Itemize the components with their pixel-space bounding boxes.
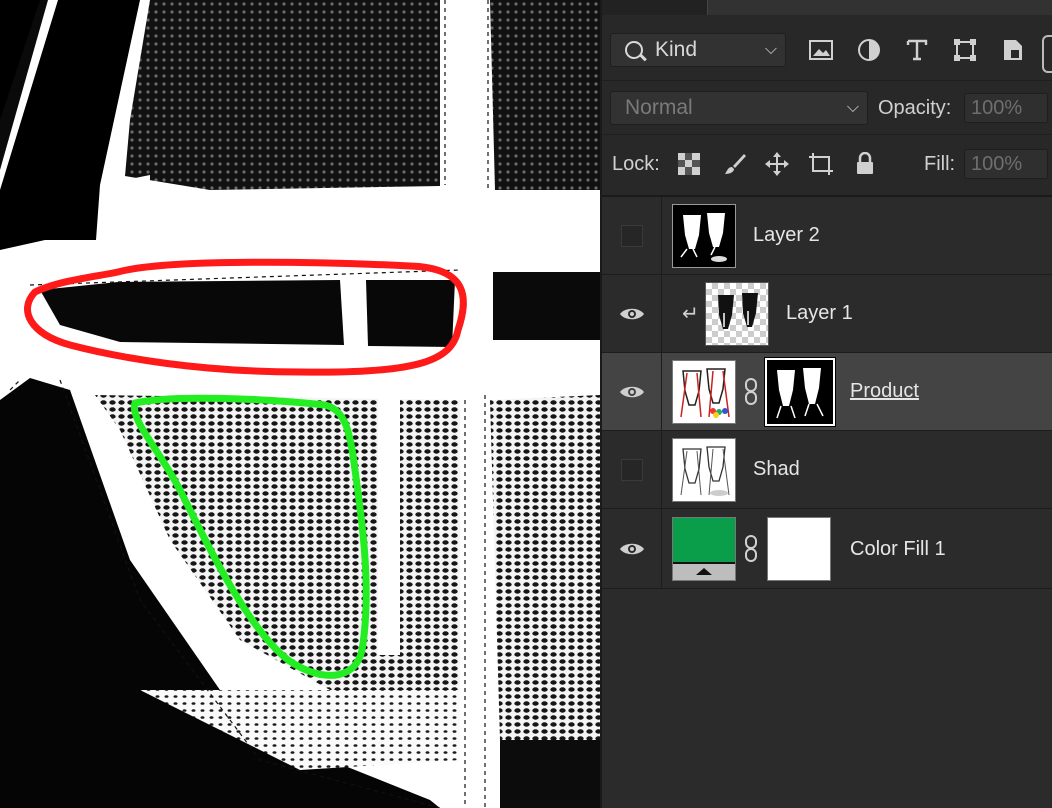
clipping-mask-arrow-icon: ↵ bbox=[682, 303, 699, 325]
layer-row-color-fill-1[interactable]: Color Fill 1 bbox=[602, 509, 1052, 589]
product-layer-mask-thumbnail[interactable] bbox=[764, 357, 836, 427]
visibility-toggle[interactable] bbox=[602, 275, 662, 352]
transparent-mannequin-thumbnail-image bbox=[718, 293, 758, 329]
filter-kind-select[interactable]: Kind ⌵ bbox=[610, 33, 786, 67]
blend-mode-select[interactable]: Normal ⌵ bbox=[610, 91, 868, 125]
upper-fabric-right bbox=[490, 0, 600, 190]
visibility-toggle[interactable] bbox=[602, 353, 662, 430]
filter-row: Kind ⌵ bbox=[602, 15, 1052, 81]
visibility-off-box bbox=[620, 224, 643, 247]
layer-name[interactable]: Layer 1 bbox=[786, 302, 853, 325]
fill-label: Fill: bbox=[924, 153, 956, 175]
link-chain-icon[interactable] bbox=[742, 534, 762, 564]
halftone-fabric-right bbox=[490, 395, 600, 740]
search-icon-handle bbox=[639, 53, 647, 62]
chevron-down-icon: ⌵ bbox=[846, 99, 859, 116]
chevron-down-icon: ⌵ bbox=[764, 41, 777, 58]
visibility-off-box bbox=[620, 458, 643, 481]
upper-fabric-left bbox=[125, 0, 440, 190]
layer-name[interactable]: Product bbox=[850, 380, 919, 403]
shadow-photo-thumbnail-image bbox=[680, 446, 730, 496]
panel-tab-strip bbox=[602, 0, 1052, 15]
layers-empty-area bbox=[602, 589, 1052, 808]
layer-1-thumbnail bbox=[705, 282, 769, 346]
lock-all-padlock-icon[interactable] bbox=[850, 149, 880, 179]
shape-layer-filter-icon[interactable] bbox=[950, 35, 980, 65]
lock-image-pixels-brush-icon[interactable] bbox=[720, 149, 750, 179]
filter-toggle-switch[interactable] bbox=[1042, 35, 1052, 73]
layer-name[interactable]: Color Fill 1 bbox=[850, 538, 946, 561]
layer-row-shad[interactable]: Shad bbox=[602, 431, 1052, 509]
opacity-label: Opacity: bbox=[878, 97, 952, 119]
canvas-artwork bbox=[0, 0, 600, 808]
lock-label: Lock: bbox=[612, 153, 660, 175]
lock-transparent-pixels-icon[interactable] bbox=[674, 149, 704, 179]
link-chain-icon[interactable] bbox=[742, 377, 762, 407]
lock-position-move-icon[interactable] bbox=[762, 149, 792, 179]
layer-row-layer-2[interactable]: Layer 2 bbox=[602, 197, 1052, 275]
layer-name[interactable]: Layer 2 bbox=[753, 224, 820, 247]
middle-bar-right bbox=[366, 280, 455, 347]
layers-panel: Kind ⌵ Normal ⌵ Opacity: 100% Lock: Fill… bbox=[600, 0, 1052, 808]
lock-row: Lock: Fill: 100% bbox=[602, 135, 1052, 197]
triangle-up-icon bbox=[696, 568, 712, 575]
product-thumbnail bbox=[672, 360, 736, 424]
blend-row: Normal ⌵ Opacity: 100% bbox=[602, 81, 1052, 135]
mask-mannequin-thumbnail-image bbox=[776, 368, 824, 419]
eye-icon bbox=[619, 386, 644, 397]
middle-bar-far bbox=[493, 272, 600, 340]
visibility-toggle[interactable] bbox=[602, 509, 662, 588]
type-layer-filter-icon[interactable] bbox=[902, 35, 932, 65]
blend-mode-value: Normal bbox=[625, 96, 693, 119]
visibility-toggle[interactable] bbox=[602, 197, 662, 274]
layer-name[interactable]: Shad bbox=[753, 458, 800, 481]
color-fill-mask-thumbnail[interactable] bbox=[767, 517, 831, 581]
product-photo-thumbnail-image bbox=[680, 368, 730, 418]
adjustment-layer-filter-icon[interactable] bbox=[854, 35, 884, 65]
lock-artboard-icon[interactable] bbox=[806, 149, 836, 179]
fill-field[interactable]: 100% bbox=[964, 149, 1048, 179]
shad-thumbnail bbox=[672, 438, 736, 502]
layer-row-product[interactable]: Product bbox=[602, 353, 1052, 431]
opacity-field[interactable]: 100% bbox=[964, 93, 1048, 123]
filter-kind-label: Kind bbox=[655, 38, 698, 61]
color-fill-swatch-thumbnail[interactable] bbox=[672, 517, 736, 581]
smart-object-filter-icon[interactable] bbox=[998, 35, 1028, 65]
eye-icon bbox=[619, 543, 644, 554]
mannequin-mask-thumbnail-image bbox=[680, 213, 727, 262]
layer-row-layer-1[interactable]: ↵ Layer 1 bbox=[602, 275, 1052, 353]
eye-icon bbox=[619, 308, 644, 319]
document-canvas[interactable] bbox=[0, 0, 600, 808]
fill-swatch-strip bbox=[673, 562, 735, 580]
layer-2-thumbnail bbox=[672, 204, 736, 268]
pixel-layer-filter-icon[interactable] bbox=[806, 35, 836, 65]
visibility-toggle[interactable] bbox=[602, 431, 662, 508]
